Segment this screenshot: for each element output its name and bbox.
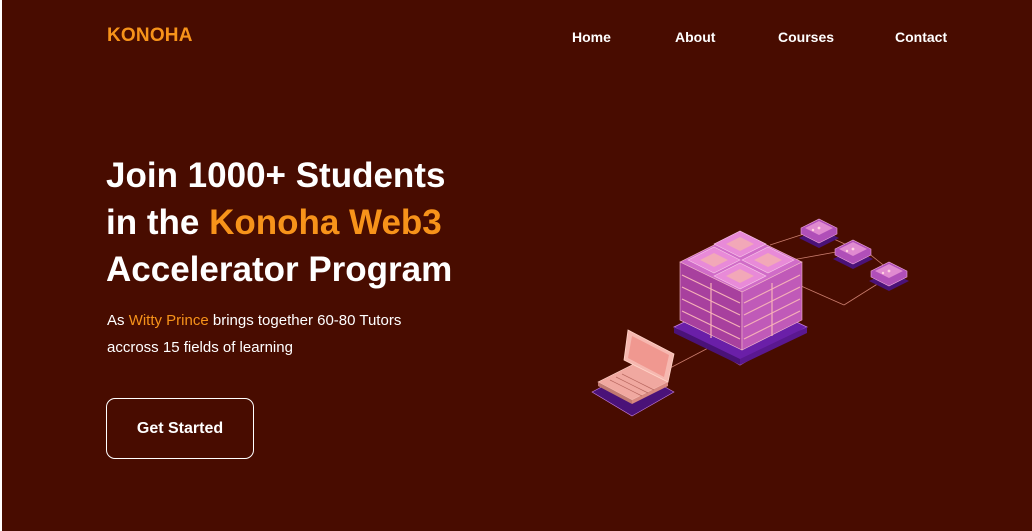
get-started-button[interactable]: Get Started (106, 398, 254, 459)
nav-contact-link[interactable]: Contact (895, 29, 947, 45)
subtitle-line-2: accross 15 fields of learning (107, 339, 293, 356)
subtitle-prefix: As (107, 312, 129, 329)
nav-about-link[interactable]: About (675, 29, 715, 45)
hero-subtitle: As Witty Prince brings together 60-80 Tu… (107, 307, 401, 361)
subtitle-accent-name: Witty Prince (128, 312, 209, 329)
network-node-2 (833, 239, 873, 269)
nav-home-link[interactable]: Home (572, 29, 611, 45)
laptop-server-network-illustration-icon (591, 218, 909, 417)
network-node-1 (799, 218, 839, 248)
nav-courses-link[interactable]: Courses (778, 29, 834, 45)
brand-logo[interactable]: KONOHA (107, 25, 193, 47)
subtitle-line-1-suffix: brings together 60-80 Tutors (208, 312, 402, 329)
headline-line-3: Accelerator Program (106, 250, 453, 289)
landing-page: KONOHA Home About Courses Contact Join 1… (2, 0, 1032, 531)
hero-headline: Join 1000+ Students in the Konoha Web3 A… (106, 152, 452, 293)
headline-line-1: Join 1000+ Students (106, 156, 446, 195)
headline-line-2-prefix: in the (106, 203, 210, 242)
laptop (591, 329, 675, 417)
network-node-3 (869, 261, 909, 291)
headline-accent: Konoha Web3 (209, 203, 442, 242)
